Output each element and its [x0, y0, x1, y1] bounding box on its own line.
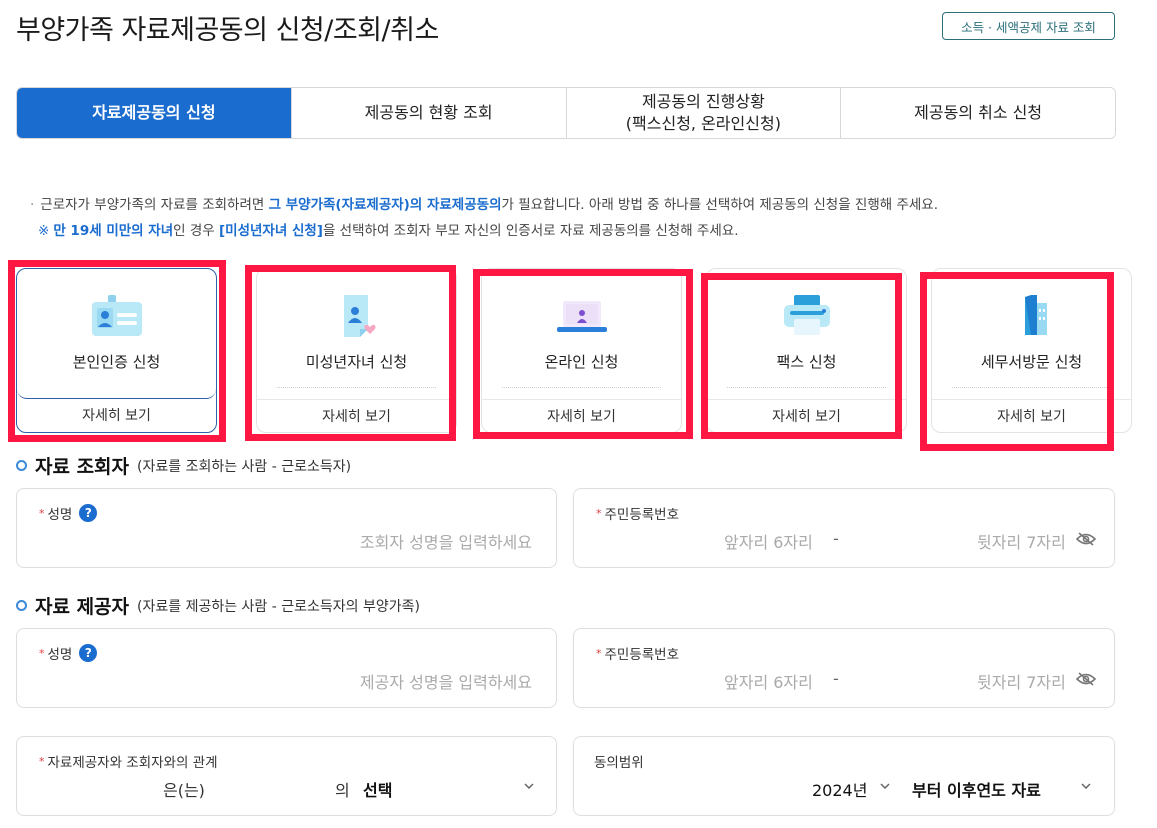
section-bullet-icon — [16, 460, 27, 471]
notice-line-2: ※ 만 19세 미만의 자녀인 경우 [미성년자녀 신청]을 선택하여 조회자 부… — [38, 223, 739, 239]
hide-password-icon[interactable] — [1076, 532, 1096, 546]
card-minor-child[interactable]: 미성년자녀 신청 자세히 보기 — [256, 268, 457, 433]
relation-subject: 은(는) — [163, 781, 205, 800]
card-details-button[interactable]: 자세히 보기 — [707, 399, 906, 431]
card-online[interactable]: 온라인 신청 자세히 보기 — [481, 268, 682, 433]
notice-text: · 근로자가 부양가족의 자료를 조회하려면 그 부양가족(자료제공자)의 자료제… — [30, 192, 938, 244]
relation-particle: 의 — [335, 781, 350, 800]
card-details-button[interactable]: 자세히 보기 — [257, 399, 456, 431]
help-icon[interactable]: ? — [79, 504, 98, 522]
card-label: 미성년자녀 신청 — [305, 353, 408, 371]
card-tax-office-visit[interactable]: 세무서방문 신청 자세히 보기 — [931, 268, 1132, 433]
chevron-down-icon[interactable] — [524, 783, 534, 789]
page-title: 부양가족 자료제공동의 신청/조회/취소 — [16, 15, 439, 46]
child-document-icon — [343, 295, 376, 337]
tax-deduction-lookup-link[interactable]: 소득 · 세액공제 자료 조회 — [942, 12, 1115, 40]
viewer-rrn-front-input[interactable]: 앞자리 6자리 — [724, 529, 813, 553]
scope-year-select[interactable]: 2024년 — [812, 777, 867, 801]
relation-select[interactable]: 선택 — [363, 777, 392, 801]
relation-field[interactable]: * 자료제공자와 조회자와의 관계 은(는) 의 선택 — [16, 736, 557, 816]
card-label: 세무서방문 신청 — [980, 353, 1083, 371]
tab-label: 자료제공동의 신청 — [92, 103, 216, 123]
notice-highlight: 그 부양가족(자료제공자)의 자료제공동의 — [268, 197, 502, 213]
card-details-button[interactable]: 자세히 보기 — [932, 399, 1131, 431]
notice-highlight: 만 19세 미만의 자녀 — [53, 223, 174, 239]
card-label: 본인인증 신청 — [72, 353, 161, 371]
notice-line-1: · 근로자가 부양가족의 자료를 조회하려면 그 부양가족(자료제공자)의 자료제… — [30, 197, 939, 213]
tab-consent-apply[interactable]: 자료제공동의 신청 — [17, 88, 291, 138]
viewer-name-input[interactable]: 조회자 성명을 입력하세요 — [360, 529, 532, 553]
tab-consent-progress[interactable]: 제공동의 진행상황 (팩스신청, 온라인신청) — [565, 88, 841, 138]
card-body[interactable]: 팩스 신청 — [707, 269, 906, 399]
card-body[interactable]: 세무서방문 신청 — [932, 269, 1131, 399]
card-details-button[interactable]: 자세히 보기 — [17, 399, 216, 431]
tab-label: 제공동의 진행상황 (팩스신청, 온라인신청) — [625, 92, 781, 133]
card-body[interactable]: 미성년자녀 신청 — [257, 269, 456, 399]
provider-rrn-field[interactable]: * 주민등록번호 앞자리 6자리 - 뒷자리 7자리 — [573, 628, 1115, 708]
hide-password-icon[interactable] — [1076, 672, 1096, 686]
card-details-button[interactable]: 자세히 보기 — [482, 399, 681, 431]
building-icon — [1024, 295, 1047, 335]
tab-consent-status[interactable]: 제공동의 현황 조회 — [290, 88, 566, 138]
chevron-down-icon[interactable] — [880, 783, 890, 789]
provider-section-title: 자료 제공자 (자료를 제공하는 사람 - 근로소득자의 부양가족) — [16, 592, 420, 619]
tab-label: 제공동의 현황 조회 — [364, 103, 493, 123]
card-body[interactable]: 본인인증 신청 — [17, 269, 216, 399]
viewer-rrn-field[interactable]: * 주민등록번호 앞자리 6자리 - 뒷자리 7자리 — [573, 488, 1115, 568]
tab-bar: 자료제공동의 신청 제공동의 현황 조회 제공동의 진행상황 (팩스신청, 온라… — [16, 87, 1116, 139]
section-bullet-icon — [16, 600, 27, 611]
tab-label: 제공동의 취소 신청 — [914, 103, 1043, 123]
card-label: 온라인 신청 — [544, 353, 619, 371]
provider-rrn-front-input[interactable]: 앞자리 6자리 — [724, 669, 813, 693]
chevron-down-icon[interactable] — [1081, 783, 1091, 789]
card-self-auth[interactable]: 본인인증 신청 자세히 보기 — [16, 268, 217, 433]
viewer-section-title: 자료 조회자 (자료를 조회하는 사람 - 근로소득자) — [16, 452, 351, 479]
viewer-rrn-back-input[interactable]: 뒷자리 7자리 — [977, 529, 1066, 553]
card-fax[interactable]: 팩스 신청 자세히 보기 — [706, 268, 907, 433]
provider-name-field[interactable]: * 성명? 제공자 성명을 입력하세요 — [16, 628, 557, 708]
help-icon[interactable]: ? — [79, 644, 98, 662]
card-body[interactable]: 온라인 신청 — [482, 269, 681, 399]
provider-rrn-back-input[interactable]: 뒷자리 7자리 — [977, 669, 1066, 693]
laptop-icon — [556, 301, 607, 332]
viewer-name-field[interactable]: * 성명? 조회자 성명을 입력하세요 — [16, 488, 557, 568]
notice-highlight: [미성년자녀 신청] — [218, 223, 323, 239]
scope-range-select[interactable]: 부터 이후연도 자료 — [912, 777, 1041, 801]
card-label: 팩스 신청 — [776, 353, 837, 371]
fax-printer-icon — [783, 295, 830, 335]
id-card-icon — [91, 295, 142, 336]
tab-consent-cancel[interactable]: 제공동의 취소 신청 — [840, 88, 1115, 138]
scope-field[interactable]: 동의범위 2024년 부터 이후연도 자료 — [573, 736, 1115, 816]
provider-name-input[interactable]: 제공자 성명을 입력하세요 — [360, 669, 532, 693]
